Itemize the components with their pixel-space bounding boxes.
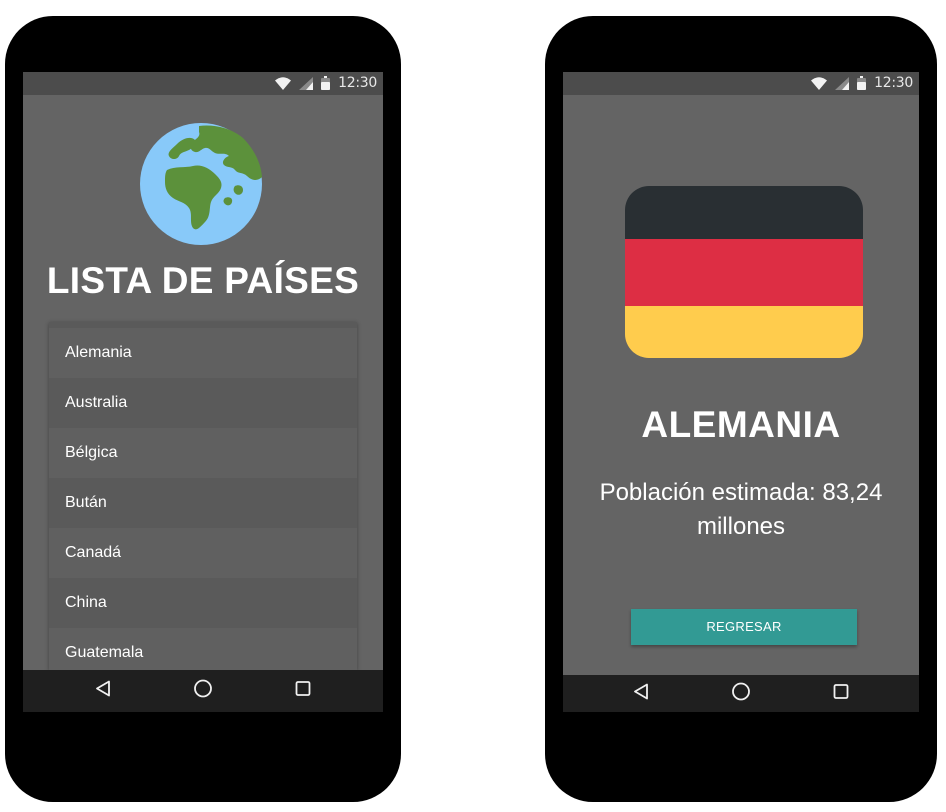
globe-icon (139, 122, 263, 251)
status-time: 12:30 (338, 75, 377, 91)
signal-icon (299, 76, 314, 90)
phone-frame-right: 12:30 ALEMANIA Población estimada: 83,24… (545, 16, 937, 802)
battery-icon (857, 76, 867, 90)
country-name: ALEMANIA (641, 404, 841, 445)
country-list: Alemania Australia Bélgica Bután Canadá … (49, 322, 357, 670)
navigation-bar (563, 675, 919, 712)
flag-stripe-black (625, 186, 863, 239)
flag-stripe-red (625, 239, 863, 306)
list-item[interactable]: Australia (49, 378, 357, 428)
list-item[interactable]: Bélgica (49, 428, 357, 478)
flag-stripe-gold (625, 306, 863, 358)
status-time: 12:30 (874, 75, 913, 91)
population-text: Población estimada: 83,24 millones (599, 479, 883, 540)
list-item[interactable]: China (49, 578, 357, 628)
wifi-icon (275, 76, 292, 90)
phone-frame-left: 12:30 LISTA DE PAÍSES Alemania Australia… (5, 16, 401, 802)
wifi-icon (811, 76, 828, 90)
page-title: LISTA DE PAÍSES (46, 260, 360, 301)
list-item[interactable]: Alemania (49, 328, 357, 378)
country-detail-screen: 12:30 ALEMANIA Población estimada: 83,24… (563, 72, 919, 712)
signal-icon (835, 76, 850, 90)
recents-square-icon[interactable] (295, 681, 311, 702)
status-bar: 12:30 (563, 72, 919, 95)
list-item[interactable]: Bután (49, 478, 357, 528)
recents-square-icon[interactable] (833, 683, 849, 704)
battery-icon (321, 76, 331, 90)
country-list-screen: 12:30 LISTA DE PAÍSES Alemania Australia… (23, 72, 383, 712)
back-button[interactable]: REGRESAR (631, 609, 857, 645)
back-triangle-icon[interactable] (632, 682, 650, 705)
list-item[interactable]: Canadá (49, 528, 357, 578)
home-circle-icon[interactable] (193, 679, 213, 704)
navigation-bar (23, 670, 383, 712)
germany-flag (625, 186, 863, 358)
list-item[interactable]: Guatemala (49, 628, 357, 670)
home-circle-icon[interactable] (731, 681, 751, 706)
back-triangle-icon[interactable] (94, 680, 112, 703)
status-bar: 12:30 (23, 72, 383, 95)
